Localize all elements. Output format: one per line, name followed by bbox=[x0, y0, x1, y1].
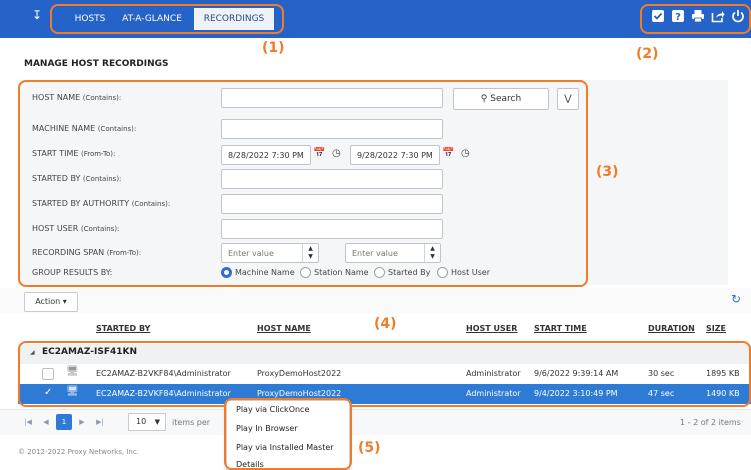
recording-span-to-input[interactable]: Enter value ▲ ▼ bbox=[345, 243, 441, 263]
started-by-input[interactable] bbox=[221, 169, 443, 189]
last-page-icon[interactable]: ▶| bbox=[92, 414, 108, 430]
recording-span-label: RECORDING SPAN (From-To): bbox=[32, 248, 142, 257]
column-header-size[interactable]: SIZE bbox=[706, 324, 726, 333]
started-by-label: STARTED BY (Contains): bbox=[32, 174, 122, 183]
callout-box-4 bbox=[18, 341, 751, 407]
callout-label-3: (3) bbox=[596, 164, 619, 180]
start-time-to-input[interactable]: 9/28/2022 7:30 PM bbox=[350, 145, 440, 165]
host-user-input[interactable] bbox=[221, 219, 443, 239]
first-page-icon[interactable]: |◀ bbox=[20, 414, 36, 430]
radio-unchecked-icon bbox=[374, 267, 385, 278]
column-header-host-user[interactable]: HOST USER bbox=[466, 324, 517, 333]
copyright: © 2012-2022 Proxy Networks, Inc. bbox=[18, 448, 139, 456]
callout-box-2 bbox=[640, 4, 751, 34]
prev-page-icon[interactable]: ◀ bbox=[38, 414, 54, 430]
radio-checked-icon bbox=[221, 267, 232, 278]
column-header-start-time[interactable]: START TIME bbox=[534, 324, 587, 333]
radio-started-by[interactable]: Started By bbox=[374, 267, 430, 278]
callout-label-5: (5) bbox=[358, 440, 381, 456]
spinner-arrows-icon[interactable]: ▲ ▼ bbox=[424, 244, 440, 262]
start-time-label: START TIME (From-To): bbox=[32, 149, 116, 158]
radio-station-name[interactable]: Station Name bbox=[300, 267, 369, 278]
start-time-from-input[interactable]: 8/28/2022 7:30 PM bbox=[221, 145, 311, 165]
pager-range: 1 - 2 of 2 items bbox=[680, 418, 741, 427]
column-header-duration[interactable]: DURATION bbox=[648, 324, 695, 333]
double-chevron-down-icon[interactable]: ↧ bbox=[32, 8, 42, 22]
next-page-icon[interactable]: ▶ bbox=[74, 414, 90, 430]
search-button[interactable]: ⚲ Search bbox=[453, 88, 549, 110]
pager bbox=[0, 409, 751, 435]
filter-clear-icon[interactable]: ⋁ bbox=[557, 88, 579, 110]
page-title: MANAGE HOST RECORDINGS bbox=[24, 59, 169, 69]
current-page[interactable]: 1 bbox=[56, 414, 72, 430]
calendar-icon[interactable]: 📅 bbox=[442, 148, 454, 159]
callout-label-4: (4) bbox=[374, 316, 397, 332]
radio-unchecked-icon bbox=[300, 267, 311, 278]
machine-name-label: MACHINE NAME (Contains): bbox=[32, 124, 137, 133]
radio-unchecked-icon bbox=[437, 267, 448, 278]
callout-box-5 bbox=[224, 398, 352, 470]
clock-icon[interactable]: ◷ bbox=[332, 148, 341, 159]
callout-label-2: (2) bbox=[636, 46, 659, 62]
callout-label-1: (1) bbox=[262, 40, 285, 56]
started-by-authority-label: STARTED BY AUTHORITY (Contains): bbox=[32, 199, 171, 208]
spinner-arrows-icon[interactable]: ▲ ▼ bbox=[302, 244, 318, 262]
action-dropdown[interactable]: Action ▾ bbox=[24, 292, 78, 312]
host-name-label: HOST NAME (Contains): bbox=[32, 93, 122, 102]
grid-toolbar bbox=[0, 288, 751, 314]
refresh-icon[interactable]: ↻ bbox=[731, 292, 741, 306]
started-by-authority-input[interactable] bbox=[221, 194, 443, 214]
machine-name-input[interactable] bbox=[221, 119, 443, 139]
page-size-select[interactable]: 10 ▼ bbox=[128, 413, 166, 431]
column-header-host-name[interactable]: HOST NAME bbox=[257, 324, 311, 333]
column-header-started-by[interactable]: STARTED BY bbox=[96, 324, 150, 333]
recording-span-from-input[interactable]: Enter value ▲ ▼ bbox=[221, 243, 319, 263]
group-results-label: GROUP RESULTS BY: bbox=[32, 268, 113, 277]
calendar-icon[interactable]: 📅 bbox=[313, 148, 325, 159]
host-user-label: HOST USER (Contains): bbox=[32, 224, 120, 233]
callout-box-1 bbox=[50, 4, 284, 34]
items-per-page-label: items per bbox=[172, 418, 211, 427]
clock-icon[interactable]: ◷ bbox=[461, 148, 470, 159]
dropdown-arrow-icon: ▼ bbox=[154, 418, 160, 426]
host-name-input[interactable] bbox=[221, 88, 443, 108]
radio-machine-name[interactable]: Machine Name bbox=[221, 267, 295, 278]
search-icon: ⚲ bbox=[480, 94, 488, 104]
radio-host-user[interactable]: Host User bbox=[437, 267, 490, 278]
